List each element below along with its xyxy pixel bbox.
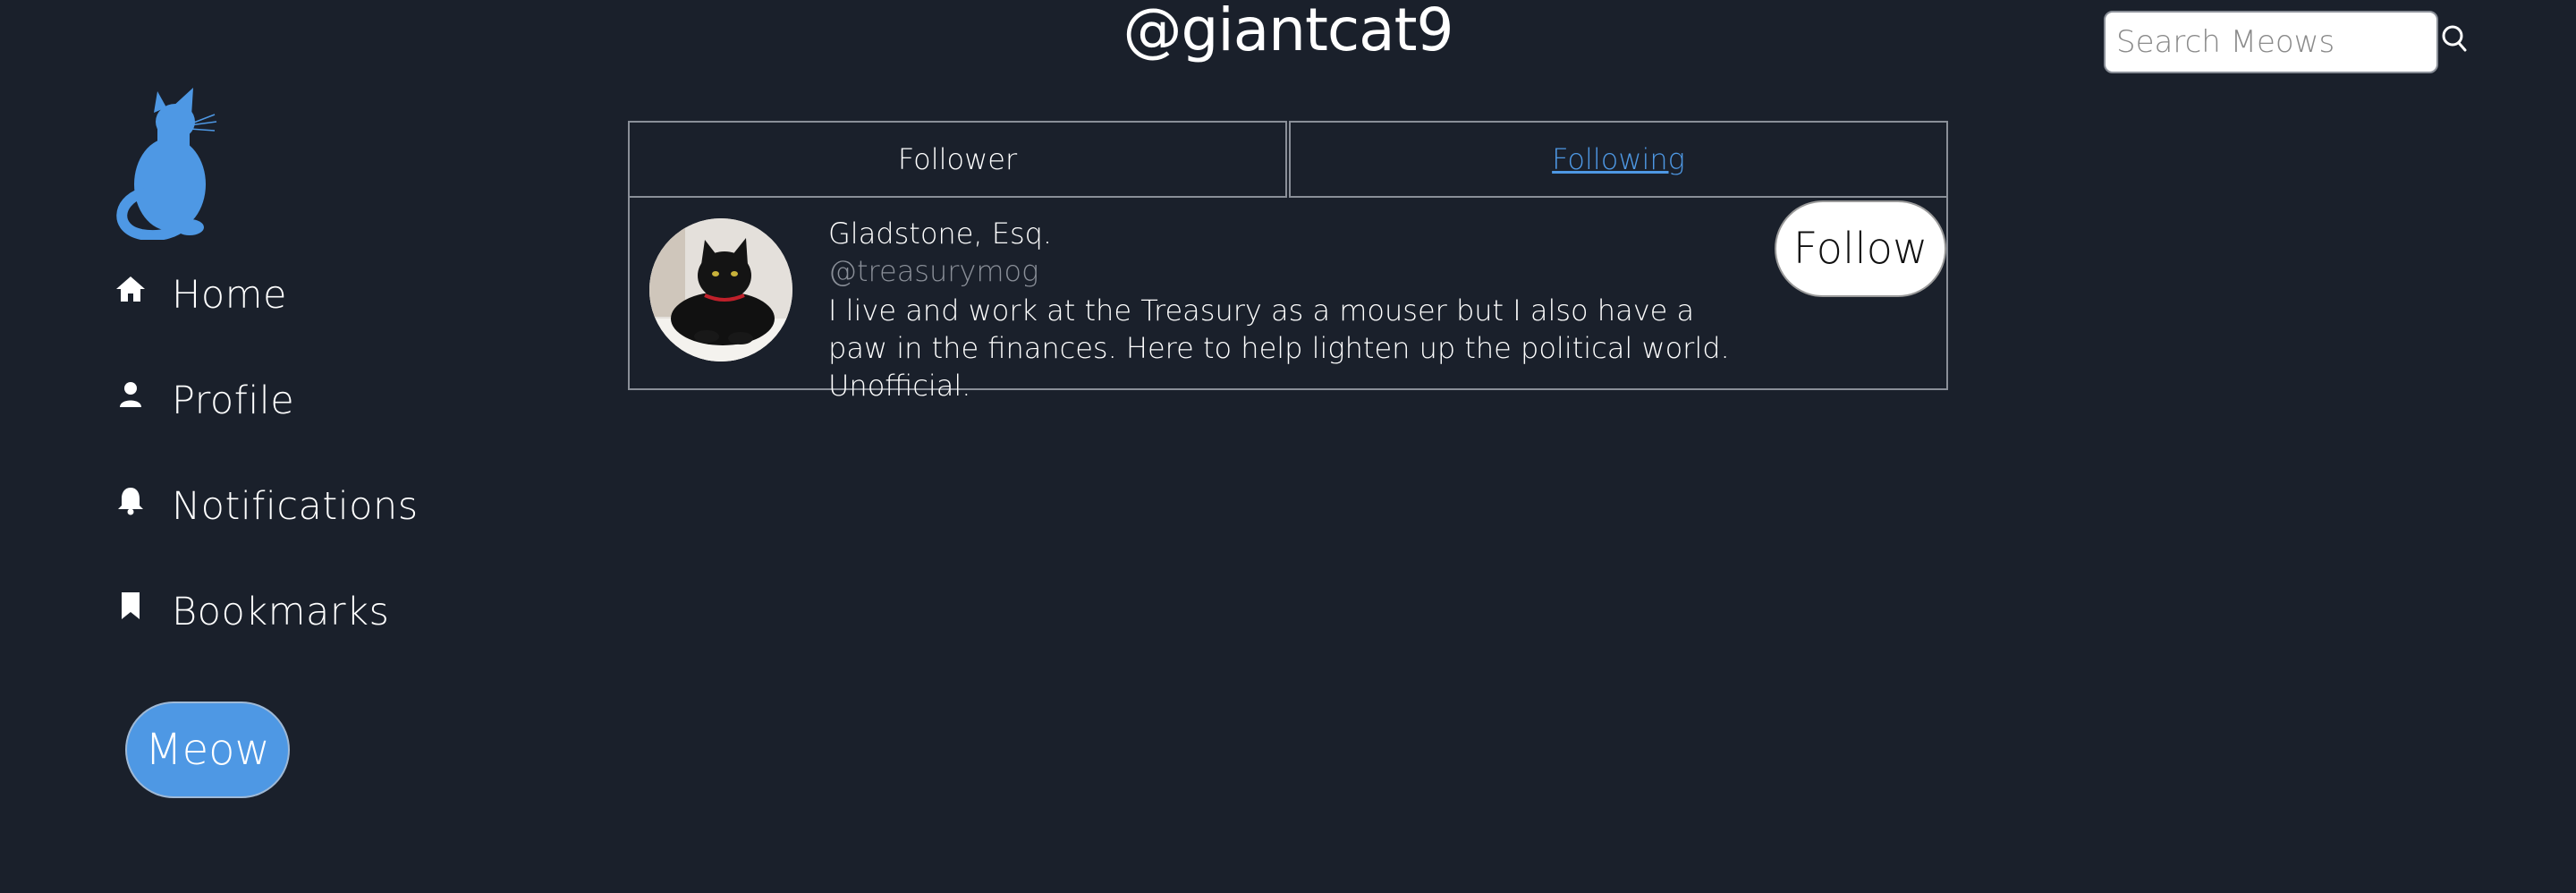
bookmark-icon — [122, 592, 140, 619]
sidebar-item-label: Profile — [172, 378, 295, 423]
sidebar-item-profile[interactable]: Profile — [114, 374, 294, 428]
avatar[interactable] — [649, 218, 792, 361]
user-bio: I live and work at the Treasury as a mou… — [828, 293, 1730, 403]
bell-icon — [118, 488, 143, 515]
sidebar-item-home[interactable]: Home — [114, 268, 287, 322]
home-icon — [116, 276, 145, 302]
sidebar-item-notifications[interactable]: Notifications — [114, 480, 419, 533]
meow-button[interactable]: Meow — [125, 702, 290, 798]
follow-tabs: Follower Following — [628, 121, 1948, 198]
search-icon[interactable] — [2440, 23, 2469, 54]
search-bar — [2104, 11, 2479, 73]
search-input[interactable] — [2104, 11, 2438, 73]
cat-photo-image — [649, 218, 792, 361]
user-card: Gladstone, Esq. @treasurymog I live and … — [628, 197, 1948, 403]
tab-follower[interactable]: Follower — [628, 121, 1287, 198]
sidebar-item-label: Home — [172, 273, 287, 318]
tab-following[interactable]: Following — [1289, 121, 1948, 198]
sidebar-item-bookmarks[interactable]: Bookmarks — [114, 585, 389, 639]
page: @giantcat9 Home Profil — [0, 0, 2576, 893]
user-handle[interactable]: @treasurymog — [828, 254, 1038, 288]
sidebar-item-label: Bookmarks — [172, 590, 390, 634]
page-title: @giantcat9 — [1123, 0, 1454, 64]
user-name[interactable]: Gladstone, Esq. — [828, 217, 1052, 251]
sidebar-item-label: Notifications — [172, 484, 419, 529]
cat-logo-icon[interactable] — [114, 86, 222, 240]
follow-button[interactable]: Follow — [1775, 200, 1946, 297]
person-icon — [120, 382, 141, 407]
